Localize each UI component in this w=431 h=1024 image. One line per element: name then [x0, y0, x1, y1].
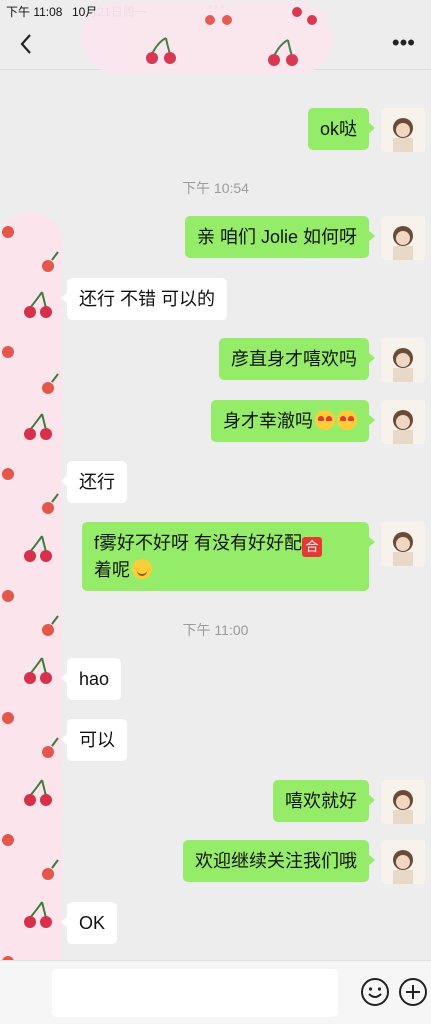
cherry-icon — [24, 779, 52, 806]
message-input[interactable] — [52, 969, 338, 1017]
message-bubble-incoming[interactable]: OK — [60, 902, 118, 944]
cherry-icon — [2, 346, 59, 394]
smile-emoji-icon — [132, 559, 152, 579]
cherry-icon — [2, 712, 59, 758]
message-text: 可以 — [79, 730, 115, 750]
chat-timestamp: 下午 10:54 — [182, 180, 249, 196]
cherry-icon — [292, 7, 302, 17]
cherry-icon — [268, 39, 298, 66]
message-text: hao — [79, 669, 110, 689]
avatar[interactable] — [381, 780, 425, 824]
heart-eyes-emoji-icon — [337, 410, 357, 430]
avatar[interactable] — [381, 400, 425, 444]
message-bubble-outgoing[interactable]: 嘻欢就好 — [273, 780, 375, 822]
heart-eyes-emoji-icon — [315, 410, 335, 430]
cherry-icon — [24, 413, 52, 440]
message-text: 彦直身才嘻欢吗 — [231, 349, 357, 369]
cherry-icon — [24, 657, 52, 684]
avatar[interactable] — [381, 840, 425, 884]
back-icon[interactable] — [18, 32, 34, 56]
he-badge-icon: 合 — [302, 537, 323, 557]
message-text: 嘻欢就好 — [285, 791, 357, 811]
avatar[interactable] — [381, 522, 425, 566]
message-text: 欢迎继续关注我们哦 — [195, 851, 357, 871]
message-text-line2: 着呢 — [94, 560, 130, 580]
avatar[interactable] — [381, 338, 425, 382]
message-text: 亲 咱们 Jolie 如何呀 — [196, 227, 357, 247]
more-icon[interactable]: ••• — [392, 32, 415, 54]
status-time: 下午 11:08 — [6, 5, 63, 19]
emoji-icon[interactable] — [360, 977, 390, 1007]
cherry-icon — [2, 468, 59, 514]
message-bubble-outgoing[interactable]: f雾好不好呀 有没有好好配合 着呢 — [82, 522, 375, 591]
message-text-line1: f雾好不好呀 有没有好好配 — [94, 533, 303, 553]
message-text: OK — [79, 913, 106, 933]
cherry-icon — [222, 15, 232, 25]
cherry-icon — [2, 226, 59, 272]
message-bubble-incoming[interactable]: hao — [60, 658, 122, 700]
message-bubble-outgoing[interactable]: 欢迎继续关注我们哦 — [183, 840, 375, 882]
cherry-icon — [24, 535, 52, 562]
cherry-icon — [146, 37, 176, 64]
message-bubble-outgoing[interactable]: 身才幸澈吗 — [211, 400, 375, 442]
cherry-pattern — [2, 226, 59, 1002]
message-bubble-outgoing[interactable]: 亲 咱们 Jolie 如何呀 — [184, 216, 376, 258]
message-bubble-incoming[interactable]: 可以 — [61, 719, 127, 761]
message-bubble-outgoing[interactable]: ok哒 — [307, 108, 376, 150]
cherry-icon — [2, 834, 59, 880]
message-text: 还行 — [79, 472, 115, 492]
input-bar — [0, 960, 431, 1024]
message-bubble-incoming[interactable]: 还行 — [61, 461, 127, 503]
cherry-icon-group — [146, 7, 317, 66]
cherry-icon — [24, 901, 52, 928]
chat-timestamp: 下午 11:00 — [182, 622, 249, 638]
message-text: 还行 不错 可以的 — [79, 289, 216, 309]
cherry-sticker-strip — [0, 212, 62, 1024]
title-sticker — [82, 2, 332, 74]
cherry-icon — [307, 15, 317, 25]
message-text: 身才幸澈吗 — [223, 411, 313, 431]
message-bubble-incoming[interactable]: 还行 不错 可以的 — [60, 278, 228, 320]
plus-icon[interactable] — [398, 977, 428, 1007]
message-text: ok哒 — [319, 119, 357, 139]
cherry-icon — [205, 15, 215, 25]
message-bubble-outgoing[interactable]: 彦直身才嘻欢吗 — [219, 338, 375, 380]
avatar[interactable] — [381, 216, 425, 260]
cherry-icon — [24, 291, 52, 318]
avatar[interactable] — [381, 108, 425, 152]
